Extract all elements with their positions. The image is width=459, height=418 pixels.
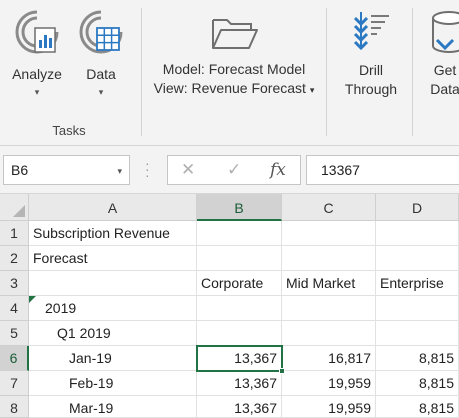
data-label: Data — [86, 66, 116, 82]
data-grid-icon — [79, 10, 123, 54]
drill-through-button[interactable]: Drill Through — [336, 10, 406, 99]
drill-label-2: Through — [344, 81, 398, 97]
formula-bar: B6 ▾ · · · ✕ ✓ fx 13367 — [0, 146, 459, 194]
row-header-3[interactable]: 3 — [0, 271, 29, 296]
cell-b4[interactable] — [197, 296, 282, 321]
drill-label-1: Drill — [358, 62, 384, 78]
get-data-button[interactable]: Get Data — [418, 10, 459, 99]
row-header-1[interactable]: 1 — [0, 221, 29, 246]
select-all-icon — [13, 205, 25, 217]
cell-a1[interactable]: Subscription Revenue — [29, 221, 197, 246]
formula-tools: ✕ ✓ fx — [167, 155, 301, 185]
view-text: View: Revenue Forecast — [153, 80, 306, 96]
cell-a8[interactable]: Mar-19 — [29, 396, 197, 418]
cell-b1[interactable] — [197, 221, 282, 246]
row-header-6[interactable]: 6 — [0, 346, 29, 371]
formula-bar-resize-handle[interactable]: · · · — [145, 156, 150, 182]
row-header-2[interactable]: 2 — [0, 246, 29, 271]
analyze-label: Analyze — [12, 66, 62, 82]
ribbon-separator — [412, 8, 413, 136]
cell-d7[interactable]: 8,815 — [376, 371, 459, 396]
cancel-icon[interactable]: ✕ — [181, 160, 195, 180]
cell-c1[interactable] — [282, 221, 376, 246]
row-header-4[interactable]: 4 — [0, 296, 29, 321]
cell-b2[interactable] — [197, 246, 282, 271]
cell-a2[interactable]: Forecast — [29, 246, 197, 271]
cell-a3[interactable] — [29, 271, 197, 296]
cell-b8[interactable]: 13,367 — [197, 396, 282, 418]
chevron-down-icon: ▾ — [117, 166, 122, 176]
cell-c8[interactable]: 19,959 — [282, 396, 376, 418]
cell-c6[interactable]: 16,817 — [282, 346, 376, 371]
chevron-down-icon: ▾ — [98, 87, 104, 97]
column-header-a[interactable]: A — [29, 194, 197, 221]
column-header-c[interactable]: C — [282, 194, 376, 221]
cell-c7[interactable]: 19,959 — [282, 371, 376, 396]
column-header-b[interactable]: B — [197, 194, 282, 221]
cell-a4[interactable]: 2019 — [29, 296, 197, 321]
tasks-group-label: Tasks — [52, 123, 86, 138]
cell-a6[interactable]: Jan-19 — [29, 346, 197, 371]
ribbon-separator — [326, 8, 327, 136]
cell-d8[interactable]: 8,815 — [376, 396, 459, 418]
view-label: View: Revenue Forecast ▾ — [146, 79, 322, 100]
get-label-1: Get — [433, 62, 457, 78]
row-header-8[interactable]: 8 — [0, 396, 29, 418]
model-view-selector[interactable]: Model: Forecast Model View: Revenue Fore… — [146, 14, 322, 100]
cell-d6[interactable]: 8,815 — [376, 346, 459, 371]
get-label-2: Data — [430, 81, 459, 97]
cell-comment-indicator — [29, 296, 36, 303]
cell-c4[interactable] — [282, 296, 376, 321]
cell-b5[interactable] — [197, 321, 282, 346]
ribbon: Analyze ▾ Data ▾ Tasks Model: Forecast M… — [0, 0, 459, 146]
model-label: Model: Forecast Model — [162, 61, 306, 77]
name-box[interactable]: B6 ▾ — [3, 155, 130, 185]
cell-b7[interactable]: 13,367 — [197, 371, 282, 396]
folder-open-icon — [212, 19, 258, 49]
cell-d4[interactable] — [376, 296, 459, 321]
column-header-d[interactable]: D — [376, 194, 459, 221]
row-header-7[interactable]: 7 — [0, 371, 29, 396]
drill-through-icon — [353, 12, 389, 51]
insert-function-icon[interactable]: fx — [270, 160, 286, 180]
ribbon-separator — [141, 8, 142, 136]
cell-c2[interactable] — [282, 246, 376, 271]
cell-a5[interactable]: Q1 2019 — [29, 321, 197, 346]
cell-b6[interactable]: 13,367 — [197, 346, 282, 371]
cell-a7[interactable]: Feb-19 — [29, 371, 197, 396]
cell-d1[interactable] — [376, 221, 459, 246]
cell-b3[interactable]: Corporate — [197, 271, 282, 296]
cell-d5[interactable] — [376, 321, 459, 346]
chevron-down-icon: ▾ — [309, 85, 315, 95]
select-all-button[interactable] — [0, 194, 29, 221]
data-button[interactable]: Data ▾ — [72, 8, 130, 97]
formula-input[interactable]: 13367 — [306, 155, 459, 185]
cell-d2[interactable] — [376, 246, 459, 271]
cell-c5[interactable] — [282, 321, 376, 346]
analyze-button[interactable]: Analyze ▾ — [6, 8, 68, 97]
name-box-value: B6 — [11, 162, 29, 178]
enter-icon[interactable]: ✓ — [227, 160, 241, 180]
row-header-5[interactable]: 5 — [0, 321, 29, 346]
cell-d3[interactable]: Enterprise — [376, 271, 459, 296]
analyze-icon — [15, 10, 59, 54]
chevron-down-icon: ▾ — [34, 87, 40, 97]
database-icon — [432, 11, 459, 53]
cell-c3[interactable]: Mid Market — [282, 271, 376, 296]
